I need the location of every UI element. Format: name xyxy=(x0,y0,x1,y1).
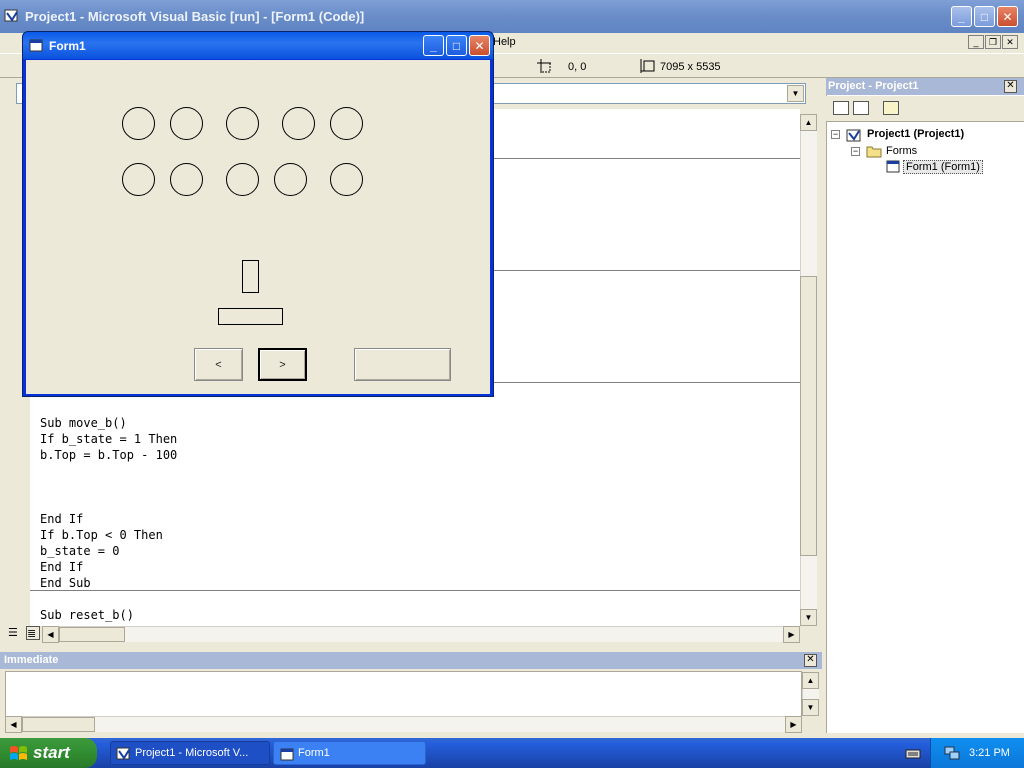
scroll-left-icon[interactable]: ◀ xyxy=(42,626,59,643)
vb-app-icon xyxy=(4,9,18,22)
collapse-icon[interactable]: − xyxy=(831,130,840,139)
code-line: End If xyxy=(40,512,84,526)
full-module-view-icon[interactable]: ≣ xyxy=(26,626,40,640)
windows-logo-icon xyxy=(10,746,27,760)
circle-shape xyxy=(226,163,259,196)
form-icon xyxy=(29,39,43,52)
mdi-close-icon[interactable]: ✕ xyxy=(1002,35,1018,49)
circle-shape xyxy=(330,163,363,196)
move-right-button[interactable]: > xyxy=(258,348,307,381)
form-icon xyxy=(280,748,294,761)
main-window-title: Project1 - Microsoft Visual Basic [run] … xyxy=(25,9,365,24)
taskbar-item-label: Project1 - Microsoft V... xyxy=(135,747,249,759)
mdi-minimize-icon[interactable]: _ xyxy=(968,35,984,49)
network-icon[interactable] xyxy=(943,745,961,761)
start-button[interactable]: start xyxy=(0,738,97,768)
taskbar-item-form1[interactable]: Form1 xyxy=(273,741,426,765)
scroll-left-icon[interactable]: ◀ xyxy=(5,716,22,733)
scroll-down-icon[interactable]: ▼ xyxy=(800,609,817,626)
scroll-right-icon[interactable]: ▶ xyxy=(785,716,802,733)
circle-shape xyxy=(122,107,155,140)
scroll-thumb[interactable] xyxy=(800,276,817,556)
form1-client-area: < > xyxy=(26,60,490,394)
scroll-thumb[interactable] xyxy=(59,627,125,642)
position-icon xyxy=(537,59,551,73)
mdi-restore-icon[interactable]: ❐ xyxy=(985,35,1001,49)
system-tray: 3:21 PM xyxy=(930,738,1024,768)
form1-title: Form1 xyxy=(49,39,86,53)
tree-item-forms[interactable]: Forms xyxy=(886,145,917,157)
code-line: If b_state = 1 Then xyxy=(40,432,178,446)
immediate-vertical-scrollbar[interactable]: ▲ ▼ xyxy=(802,672,819,716)
main-title-bar[interactable]: Project1 - Microsoft Visual Basic [run] … xyxy=(0,0,1024,33)
close-icon[interactable]: ✕ xyxy=(1004,80,1017,93)
code-line: End Sub xyxy=(40,576,91,590)
folder-icon xyxy=(866,146,882,158)
maximize-button[interactable]: □ xyxy=(974,6,995,27)
form1-window[interactable]: Form1 _ □ ✕ < > xyxy=(22,31,494,397)
close-button[interactable]: ✕ xyxy=(997,6,1018,27)
close-icon[interactable]: ✕ xyxy=(804,654,817,667)
command-button[interactable] xyxy=(354,348,451,381)
circle-shape xyxy=(226,107,259,140)
tree-item-project[interactable]: Project1 (Project1) xyxy=(867,128,964,140)
circle-shape xyxy=(330,107,363,140)
code-line: Sub reset_b() xyxy=(40,608,134,622)
chevron-down-icon[interactable]: ▼ xyxy=(787,85,804,102)
taskbar-item-vb[interactable]: Project1 - Microsoft V... xyxy=(110,741,270,765)
taskbar: start Project1 - Microsoft V... Form1 3:… xyxy=(0,738,1024,768)
scroll-up-icon[interactable]: ▲ xyxy=(802,672,819,689)
form-icon xyxy=(886,160,900,173)
circle-shape xyxy=(170,107,203,140)
move-left-button[interactable]: < xyxy=(194,348,243,381)
code-horizontal-scrollbar[interactable]: ◀ ▶ xyxy=(42,626,800,643)
scroll-down-icon[interactable]: ▼ xyxy=(802,699,819,716)
view-code-icon[interactable] xyxy=(833,101,849,115)
form1-close-button[interactable]: ✕ xyxy=(469,35,490,56)
form1-minimize-button[interactable]: _ xyxy=(423,35,444,56)
collapse-icon[interactable]: − xyxy=(851,147,860,156)
view-object-icon[interactable] xyxy=(853,101,869,115)
form1-title-bar[interactable]: Form1 _ □ ✕ xyxy=(23,32,493,59)
circle-shape xyxy=(274,163,307,196)
scroll-up-icon[interactable]: ▲ xyxy=(800,114,817,131)
size-icon xyxy=(640,59,655,73)
project-toolbar xyxy=(826,96,1024,122)
project-icon xyxy=(846,129,861,142)
circle-shape xyxy=(282,107,315,140)
code-line: End If xyxy=(40,560,84,574)
minimize-button[interactable]: _ xyxy=(951,6,972,27)
project-explorer xyxy=(826,78,1024,733)
vb-app-icon xyxy=(116,747,130,760)
toggle-folders-icon[interactable] xyxy=(883,101,899,115)
code-line: b.Top = b.Top - 100 xyxy=(40,448,178,462)
menu-help[interactable]: Help xyxy=(493,36,516,48)
immediate-title: Immediate xyxy=(0,652,822,669)
taskbar-item-label: Form1 xyxy=(298,747,330,759)
ball-shape xyxy=(242,260,259,293)
circle-shape xyxy=(122,163,155,196)
scroll-right-icon[interactable]: ▶ xyxy=(783,626,800,643)
start-label: start xyxy=(33,743,70,762)
immediate-pane[interactable] xyxy=(5,671,802,717)
immediate-horizontal-scrollbar[interactable]: ◀ ▶ xyxy=(5,716,802,733)
clock[interactable]: 3:21 PM xyxy=(969,747,1010,759)
code-vertical-scrollbar[interactable]: ▲ ▼ xyxy=(800,114,817,626)
position-readout: 0, 0 xyxy=(568,61,587,73)
code-line: If b.Top < 0 Then xyxy=(40,528,163,542)
size-readout: 7095 x 5535 xyxy=(660,61,721,73)
project-explorer-title: Project - Project1 xyxy=(826,78,1024,95)
procedure-separator xyxy=(30,590,800,591)
keyboard-icon[interactable] xyxy=(905,746,921,760)
tree-item-form1[interactable]: Form1 (Form1) xyxy=(903,160,983,174)
scroll-thumb[interactable] xyxy=(22,717,95,732)
code-line: Sub move_b() xyxy=(40,416,127,430)
procedure-view-icon[interactable]: ☰ xyxy=(8,626,28,640)
paddle-shape xyxy=(218,308,283,325)
code-line: b_state = 0 xyxy=(40,544,120,558)
circle-shape xyxy=(170,163,203,196)
form1-maximize-button[interactable]: □ xyxy=(446,35,467,56)
